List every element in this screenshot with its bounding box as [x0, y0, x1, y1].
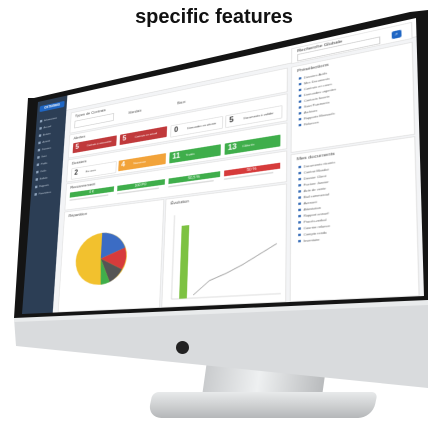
list-bullet-icon — [298, 202, 301, 206]
tile-number: 11 — [172, 152, 181, 161]
folders-title: Dossiers — [71, 159, 87, 166]
alert-tiles-tile[interactable]: 5 Contrats en retard — [119, 126, 168, 146]
tile-number: 5 — [229, 116, 234, 125]
tile-label: Nouveaux — [133, 159, 147, 165]
apple-logo-icon — [176, 341, 189, 354]
list-bullet-icon — [298, 166, 302, 169]
sidebar-item-label: Dossiers — [41, 146, 52, 151]
list-bullet-icon — [298, 184, 302, 187]
tile-label: Clôturés — [242, 142, 255, 148]
alerts-title: Alertes — [73, 134, 86, 141]
contracts-btn-mandats[interactable]: Mandats — [128, 109, 141, 115]
sidebar-item-icon — [36, 170, 39, 174]
sidebar-item-label: Suivi — [41, 154, 47, 159]
list-bullet-icon — [298, 221, 301, 225]
tile-label: Documents à valider — [243, 111, 274, 120]
list-bullet-icon — [298, 124, 302, 127]
list-bullet-icon — [298, 227, 301, 231]
sidebar-item-icon — [38, 141, 41, 145]
list-bullet-icon — [298, 106, 302, 110]
tile-label: Demandes en attente — [187, 121, 217, 130]
list-bullet-icon — [298, 112, 302, 115]
list-bullet-icon — [298, 240, 301, 243]
sidebar-item-label: Activité — [42, 139, 51, 144]
app-logo[interactable]: OSTERWIS — [39, 100, 65, 113]
sidebar-item-icon — [37, 155, 40, 159]
tile-label: Traités — [185, 151, 195, 157]
tile-number: 2 — [74, 169, 79, 177]
list-bullet-icon — [298, 178, 302, 181]
tile-number: 0 — [173, 126, 179, 135]
tile-label: En cours — [85, 168, 97, 174]
sidebar-item-label: Paramètres — [38, 190, 52, 196]
sidebar-item-label: Rapports — [39, 183, 49, 188]
line-chart — [162, 198, 286, 305]
list-bullet-icon — [298, 100, 302, 104]
kpi-tiles-tile[interactable]: 4 Nouveaux — [118, 153, 167, 172]
list-item-label: Compte rendu — [303, 230, 327, 237]
documents-panel: Mes documents Documents récents Contrat M… — [289, 136, 420, 302]
sidebar-item-icon — [37, 148, 41, 152]
list-bullet-icon — [298, 215, 301, 218]
sidebar-item-icon — [35, 178, 39, 181]
list-bullet-icon — [298, 77, 302, 81]
tile-number: 5 — [122, 134, 127, 143]
sidebar-item[interactable]: Paramètres — [34, 189, 58, 198]
list-bullet-icon — [298, 172, 302, 175]
list-bullet-icon — [298, 88, 302, 92]
list-bullet-icon — [298, 196, 301, 200]
sidebar-item-label: Accueil — [43, 124, 52, 130]
contracts-btn-baux[interactable]: Baux — [177, 100, 185, 106]
tile-number: 13 — [227, 143, 237, 153]
line-title: Évolution — [170, 199, 190, 206]
list-item-label: Avenant — [303, 199, 317, 206]
sidebar-item-icon — [39, 119, 43, 123]
list-bullet-icon — [298, 190, 302, 194]
sidebar-item-icon — [34, 185, 38, 189]
pie-chart — [74, 230, 129, 287]
global-search-button[interactable]: ⌕ — [391, 29, 402, 40]
sidebar-item-label: Profils — [40, 161, 48, 166]
list-bullet-icon — [298, 118, 302, 121]
sidebar-item-label: Actions — [42, 131, 51, 137]
line-chart-bar — [179, 225, 190, 299]
line-panel: Évolution — [161, 183, 287, 308]
pie-panel: Répartition — [57, 199, 165, 313]
list-bullet-icon — [298, 208, 301, 212]
tile-number: 4 — [120, 161, 126, 169]
list-item-label: Relances — [303, 120, 319, 127]
list-item-label: Inventaire — [303, 237, 320, 243]
line-chart-series — [193, 244, 277, 296]
monitor: OSTERWIS Informations Accueil Actions Activ… — [0, 0, 428, 428]
pie-title: Répartition — [68, 212, 88, 219]
sidebar-item-label: Outils — [40, 168, 47, 173]
tile-number: 5 — [75, 143, 80, 151]
sidebar-item-icon — [38, 134, 42, 137]
sidebar-item-label: Bulletin — [39, 175, 48, 181]
tile-label: Contrats en retard — [134, 131, 158, 139]
tile-label: Contrats à renouveler — [86, 139, 112, 148]
list-bullet-icon — [298, 94, 302, 98]
sidebar-item-icon — [34, 192, 37, 196]
list-bullet-icon — [298, 83, 302, 86]
sidebar-item-icon — [39, 126, 42, 130]
list-bullet-icon — [298, 233, 301, 237]
sidebar-item-icon — [36, 163, 40, 167]
sidebar-item-label: Informations — [43, 116, 58, 122]
